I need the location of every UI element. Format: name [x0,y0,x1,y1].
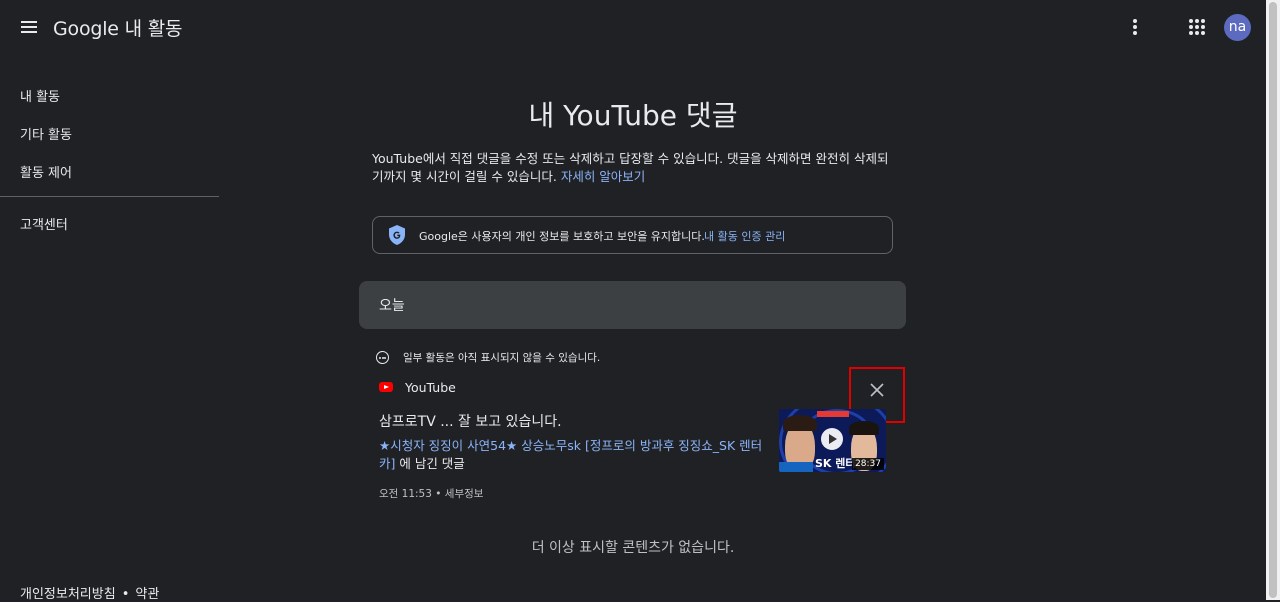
product-name: YouTube [405,380,456,395]
privacy-notice: Google은 사용자의 개인 정보를 보호하고 보안을 유지합니다. 내 활동… [372,216,893,254]
footer-links: 개인정보처리방침 • 약관 [20,583,159,602]
learn-more-link[interactable]: 자세히 알아보기 [561,169,645,184]
app-title[interactable]: Google 내 활동 [53,14,183,41]
page-title: 내 YouTube 댓글 [528,99,738,132]
thumbnail-text: SK 렌터 [815,457,856,470]
more-vert-icon[interactable] [1124,16,1146,38]
video-title-line: ★시청자 징징이 사연54★ 상승노무sk [정프로의 방과후 징징쇼_SK 렌… [379,437,764,473]
youtube-icon [379,382,393,392]
timestamp-separator: • [431,488,445,500]
day-header-label: 오늘 [379,298,405,314]
manage-verification-link[interactable]: 내 활동 인증 관리 [704,228,785,244]
privacy-notice-text: Google은 사용자의 개인 정보를 보호하고 보안을 유지합니다. [419,230,705,243]
details-link[interactable]: 세부정보 [445,488,484,500]
top-bar: Google 내 활동 na [0,0,1266,56]
pending-activity-notice: 일부 활동은 아직 표시되지 않을 수 있습니다. [403,352,601,364]
video-title-suffix: 에 남긴 댓글 [395,456,465,471]
apps-icon[interactable] [1186,16,1208,38]
google-shield-icon [389,225,405,245]
scrollbar-thumb[interactable] [1269,2,1277,598]
sidebar-divider [0,196,219,197]
sidebar-item-help-center[interactable]: 고객센터 [20,214,68,233]
scrollbar[interactable] [1266,0,1280,600]
menu-icon[interactable] [18,16,40,38]
activity-time: 오전 11:53 [379,488,432,500]
video-duration: 28:37 [852,458,884,470]
end-of-list-message: 더 이상 표시할 콘텐츠가 없습니다. [531,540,735,556]
avatar[interactable]: na [1224,14,1251,41]
close-icon [870,383,884,397]
activity-timestamp: 오전 11:53 • 세부정보 [379,486,483,501]
day-header: 오늘 [359,281,906,329]
play-icon [821,428,843,450]
sidebar-item-activity-controls[interactable]: 활동 제어 [20,162,72,181]
video-thumbnail[interactable]: SK 렌터 28:37 [779,409,886,472]
page-description: YouTube에서 직접 댓글을 수정 또는 삭제하고 답장할 수 있습니다. … [372,150,892,186]
comment-text: 삼프로TV ... 잘 보고 있습니다. [379,414,562,430]
more-horiz-circle-icon [376,351,389,364]
